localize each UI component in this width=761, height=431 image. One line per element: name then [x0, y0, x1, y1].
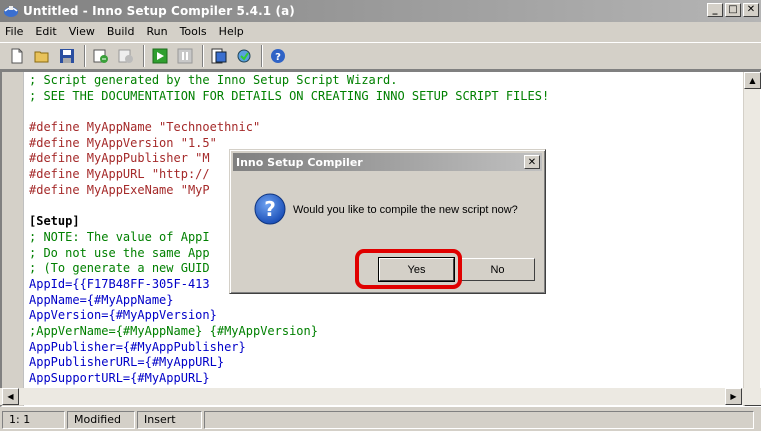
dialog-message: Would you like to compile the new script…	[293, 204, 518, 216]
menu-edit[interactable]: Edit	[29, 25, 62, 38]
code-line[interactable]: ; Script generated by the Inno Setup Scr…	[26, 73, 742, 89]
code-line[interactable]: AppSupportURL={#MyAppURL}	[26, 371, 742, 387]
editor-gutter	[2, 72, 24, 406]
save-icon[interactable]	[56, 45, 78, 67]
horizontal-scrollbar[interactable]: ◀ ▶	[0, 388, 761, 405]
minimize-button[interactable]: _	[707, 3, 723, 17]
status-message	[204, 410, 754, 429]
code-line[interactable]: ; SEE THE DOCUMENTATION FOR DETAILS ON C…	[26, 89, 742, 105]
code-line[interactable]	[26, 104, 742, 120]
menu-bar: File Edit View Build Run Tools Help	[0, 22, 761, 41]
code-line[interactable]: AppPublisherURL={#MyAppURL}	[26, 355, 742, 371]
compile-icon[interactable]	[90, 45, 112, 67]
toolbar-separator	[84, 45, 86, 67]
toolbar: ?	[0, 42, 761, 70]
vertical-scrollbar[interactable]: ▲ ▼	[743, 72, 761, 406]
code-line[interactable]: AppPublisher={#MyAppPublisher}	[26, 340, 742, 356]
close-button[interactable]: ✕	[743, 3, 759, 17]
yes-highlight-annotation	[355, 249, 462, 289]
modified-status: Modified	[67, 410, 135, 429]
scroll-left-icon[interactable]: ◀	[2, 388, 19, 405]
window-title: Untitled - Inno Setup Compiler 5.4.1 (a)	[23, 4, 295, 18]
menu-tools[interactable]: Tools	[174, 25, 213, 38]
menu-build[interactable]: Build	[101, 25, 141, 38]
no-button[interactable]: No	[460, 258, 535, 281]
help-icon[interactable]: ?	[267, 45, 289, 67]
maximize-button[interactable]: □	[725, 3, 741, 17]
inno-setup-app-icon[interactable]	[3, 3, 19, 19]
target-setup-icon[interactable]	[208, 45, 230, 67]
uninstall-icon[interactable]	[233, 45, 255, 67]
dialog-title: Inno Setup Compiler	[236, 155, 363, 169]
svg-text:?: ?	[264, 197, 276, 221]
toolbar-separator	[143, 45, 145, 67]
toolbar-separator	[202, 45, 204, 67]
menu-file[interactable]: File	[0, 25, 29, 38]
code-line[interactable]: ;AppVerName={#MyAppName} {#MyAppVersion}	[26, 324, 742, 340]
svg-text:?: ?	[275, 52, 281, 63]
dialog-close-button[interactable]: ✕	[524, 155, 540, 169]
menu-help[interactable]: Help	[213, 25, 250, 38]
cursor-position: 1: 1	[2, 410, 65, 429]
menu-view[interactable]: View	[63, 25, 101, 38]
stop-compile-icon[interactable]	[115, 45, 137, 67]
code-line[interactable]: AppVersion={#MyAppVersion}	[26, 308, 742, 324]
scroll-right-icon[interactable]: ▶	[725, 388, 742, 405]
code-line[interactable]: AppName={#MyAppName}	[26, 293, 742, 309]
run-icon[interactable]	[149, 45, 171, 67]
open-folder-icon[interactable]	[31, 45, 53, 67]
menu-run[interactable]: Run	[140, 25, 173, 38]
new-file-icon[interactable]	[6, 45, 28, 67]
pause-icon[interactable]	[174, 45, 196, 67]
window-controls: _ □ ✕	[705, 3, 759, 17]
insert-mode-status: Insert	[137, 410, 202, 429]
code-line[interactable]: #define MyAppName "Technoethnic"	[26, 120, 742, 136]
scroll-up-icon[interactable]: ▲	[744, 72, 761, 89]
dialog-title-bar: Inno Setup Compiler ✕	[233, 153, 542, 171]
toolbar-separator	[261, 45, 263, 67]
title-bar: Untitled - Inno Setup Compiler 5.4.1 (a)…	[0, 0, 761, 22]
status-bar: 1: 1 Modified Insert	[0, 408, 761, 431]
question-icon: ?	[254, 193, 286, 225]
